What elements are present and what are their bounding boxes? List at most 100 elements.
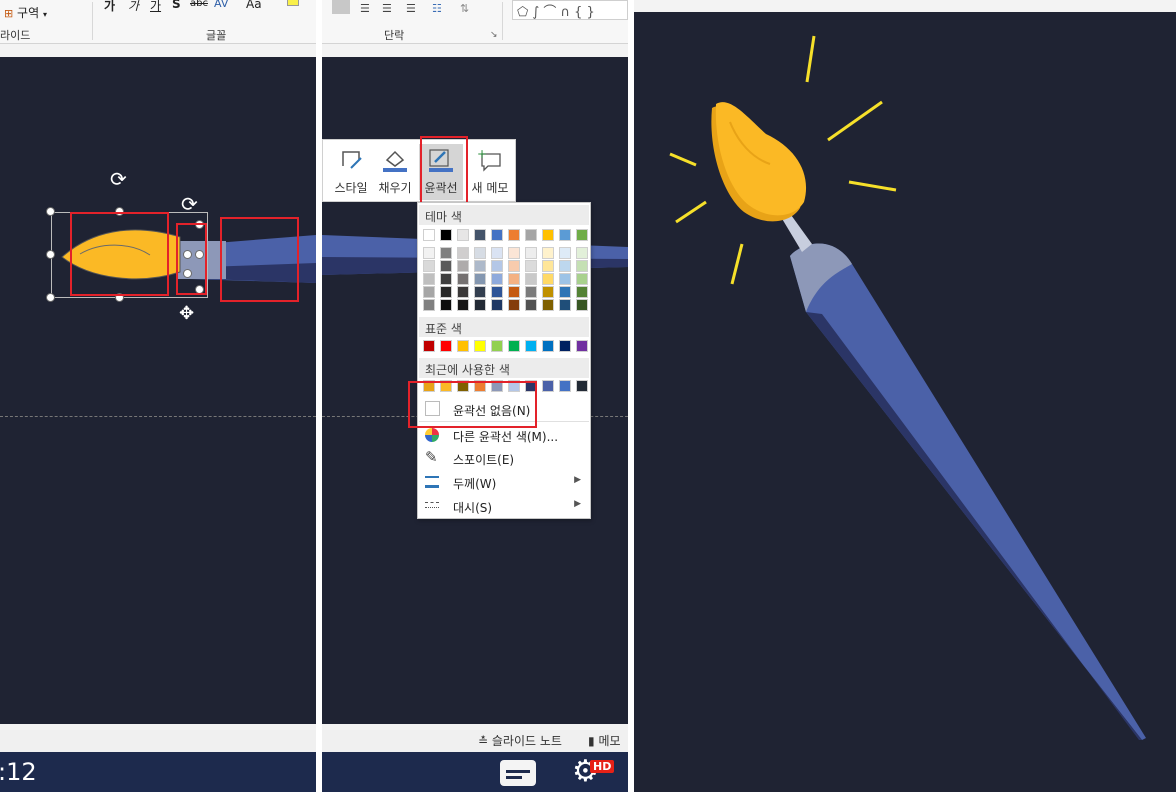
color-swatch[interactable]	[491, 229, 503, 241]
color-swatch[interactable]	[423, 247, 435, 259]
color-swatch[interactable]	[457, 299, 469, 311]
new-comment-button[interactable]: + 새 메모	[467, 144, 513, 200]
color-swatch[interactable]	[457, 247, 469, 259]
color-swatch[interactable]	[423, 273, 435, 285]
color-swatch[interactable]	[474, 273, 486, 285]
align-right-icon[interactable]: ☰	[382, 2, 392, 15]
rotate-handle-icon[interactable]: ⟳	[181, 192, 198, 216]
color-swatch[interactable]	[576, 273, 588, 285]
color-swatch[interactable]	[491, 247, 503, 259]
style-button[interactable]: 스타일	[329, 144, 373, 200]
color-swatch[interactable]	[542, 380, 554, 392]
color-swatch[interactable]	[491, 340, 503, 352]
color-swatch[interactable]	[440, 286, 452, 298]
underline-button[interactable]: 가	[150, 0, 161, 14]
color-swatch[interactable]	[508, 273, 520, 285]
color-swatch[interactable]	[440, 299, 452, 311]
color-swatch[interactable]	[474, 340, 486, 352]
color-swatch[interactable]	[423, 299, 435, 311]
color-swatch[interactable]	[542, 229, 554, 241]
color-swatch[interactable]	[440, 273, 452, 285]
color-swatch[interactable]	[491, 286, 503, 298]
color-swatch[interactable]	[525, 273, 537, 285]
shadow-button[interactable]: S	[172, 0, 181, 11]
dashes-item[interactable]: 대시(S) ▶	[419, 494, 589, 518]
color-swatch[interactable]	[576, 260, 588, 272]
justify-icon[interactable]: ☰	[406, 2, 416, 15]
text-direction-icon[interactable]: ⇅	[460, 2, 469, 15]
color-swatch[interactable]	[440, 260, 452, 272]
rotate-handle-icon[interactable]: ⟳	[110, 167, 127, 191]
italic-button[interactable]: 가	[128, 0, 139, 14]
color-swatch[interactable]	[474, 286, 486, 298]
resize-handle[interactable]	[46, 207, 55, 216]
color-swatch[interactable]	[474, 260, 486, 272]
resize-handle[interactable]	[46, 293, 55, 302]
color-swatch[interactable]	[559, 273, 571, 285]
color-swatch[interactable]	[457, 229, 469, 241]
color-swatch[interactable]	[508, 299, 520, 311]
comments-toggle[interactable]: ▮ 메모	[588, 732, 621, 749]
color-swatch[interactable]	[559, 260, 571, 272]
color-swatch[interactable]	[576, 286, 588, 298]
color-swatch[interactable]	[457, 260, 469, 272]
color-swatch[interactable]	[440, 229, 452, 241]
align-left-icon[interactable]	[332, 0, 350, 14]
color-swatch[interactable]	[559, 340, 571, 352]
color-swatch[interactable]	[576, 299, 588, 311]
color-swatch[interactable]	[542, 340, 554, 352]
color-swatch[interactable]	[559, 247, 571, 259]
color-swatch[interactable]	[525, 286, 537, 298]
color-swatch[interactable]	[474, 299, 486, 311]
slide-canvas[interactable]: ⟳ ⟳ ✥	[0, 57, 316, 724]
color-swatch[interactable]	[576, 380, 588, 392]
dialog-launcher-icon[interactable]: ↘	[490, 30, 498, 40]
color-swatch[interactable]	[525, 247, 537, 259]
fill-button[interactable]: 채우기	[373, 144, 417, 200]
shapes-gallery[interactable]: ⬠ ∫ ⌒ ∩ { }	[512, 0, 628, 20]
color-swatch[interactable]	[525, 229, 537, 241]
color-swatch[interactable]	[491, 273, 503, 285]
eyedropper-item[interactable]: ✎ 스포이트(E)	[419, 446, 589, 470]
color-swatch[interactable]	[423, 340, 435, 352]
weight-item[interactable]: 두께(W) ▶	[419, 470, 589, 494]
color-swatch[interactable]	[440, 340, 452, 352]
color-swatch[interactable]	[508, 247, 520, 259]
color-swatch[interactable]	[508, 229, 520, 241]
resize-handle[interactable]	[46, 250, 55, 259]
color-swatch[interactable]	[542, 247, 554, 259]
columns-icon[interactable]: ☷	[432, 2, 442, 15]
subtitles-icon[interactable]	[500, 760, 536, 786]
change-case-button[interactable]: Aa	[246, 0, 262, 11]
color-swatch[interactable]	[508, 286, 520, 298]
color-swatch[interactable]	[508, 340, 520, 352]
color-swatch[interactable]	[508, 260, 520, 272]
color-swatch[interactable]	[559, 299, 571, 311]
align-center-icon[interactable]: ☰	[360, 2, 370, 15]
color-swatch[interactable]	[559, 286, 571, 298]
char-spacing-button[interactable]: AV	[214, 0, 228, 10]
color-swatch[interactable]	[576, 340, 588, 352]
highlight-color-button[interactable]	[285, 0, 303, 11]
color-swatch[interactable]	[542, 299, 554, 311]
color-swatch[interactable]	[457, 340, 469, 352]
color-swatch[interactable]	[423, 229, 435, 241]
color-swatch[interactable]	[440, 247, 452, 259]
color-swatch[interactable]	[491, 299, 503, 311]
color-swatch[interactable]	[457, 286, 469, 298]
section-button[interactable]: ⊞ 구역 ▾	[4, 4, 47, 21]
color-swatch[interactable]	[525, 260, 537, 272]
color-swatch[interactable]	[576, 247, 588, 259]
color-swatch[interactable]	[559, 380, 571, 392]
color-swatch[interactable]	[542, 286, 554, 298]
color-swatch[interactable]	[474, 229, 486, 241]
color-swatch[interactable]	[474, 247, 486, 259]
color-swatch[interactable]	[559, 229, 571, 241]
color-swatch[interactable]	[491, 260, 503, 272]
color-swatch[interactable]	[542, 273, 554, 285]
strikethrough-button[interactable]: abc	[190, 0, 208, 9]
color-swatch[interactable]	[525, 299, 537, 311]
notes-toggle[interactable]: ≛ 슬라이드 노트	[478, 732, 562, 749]
color-swatch[interactable]	[525, 340, 537, 352]
color-swatch[interactable]	[423, 260, 435, 272]
